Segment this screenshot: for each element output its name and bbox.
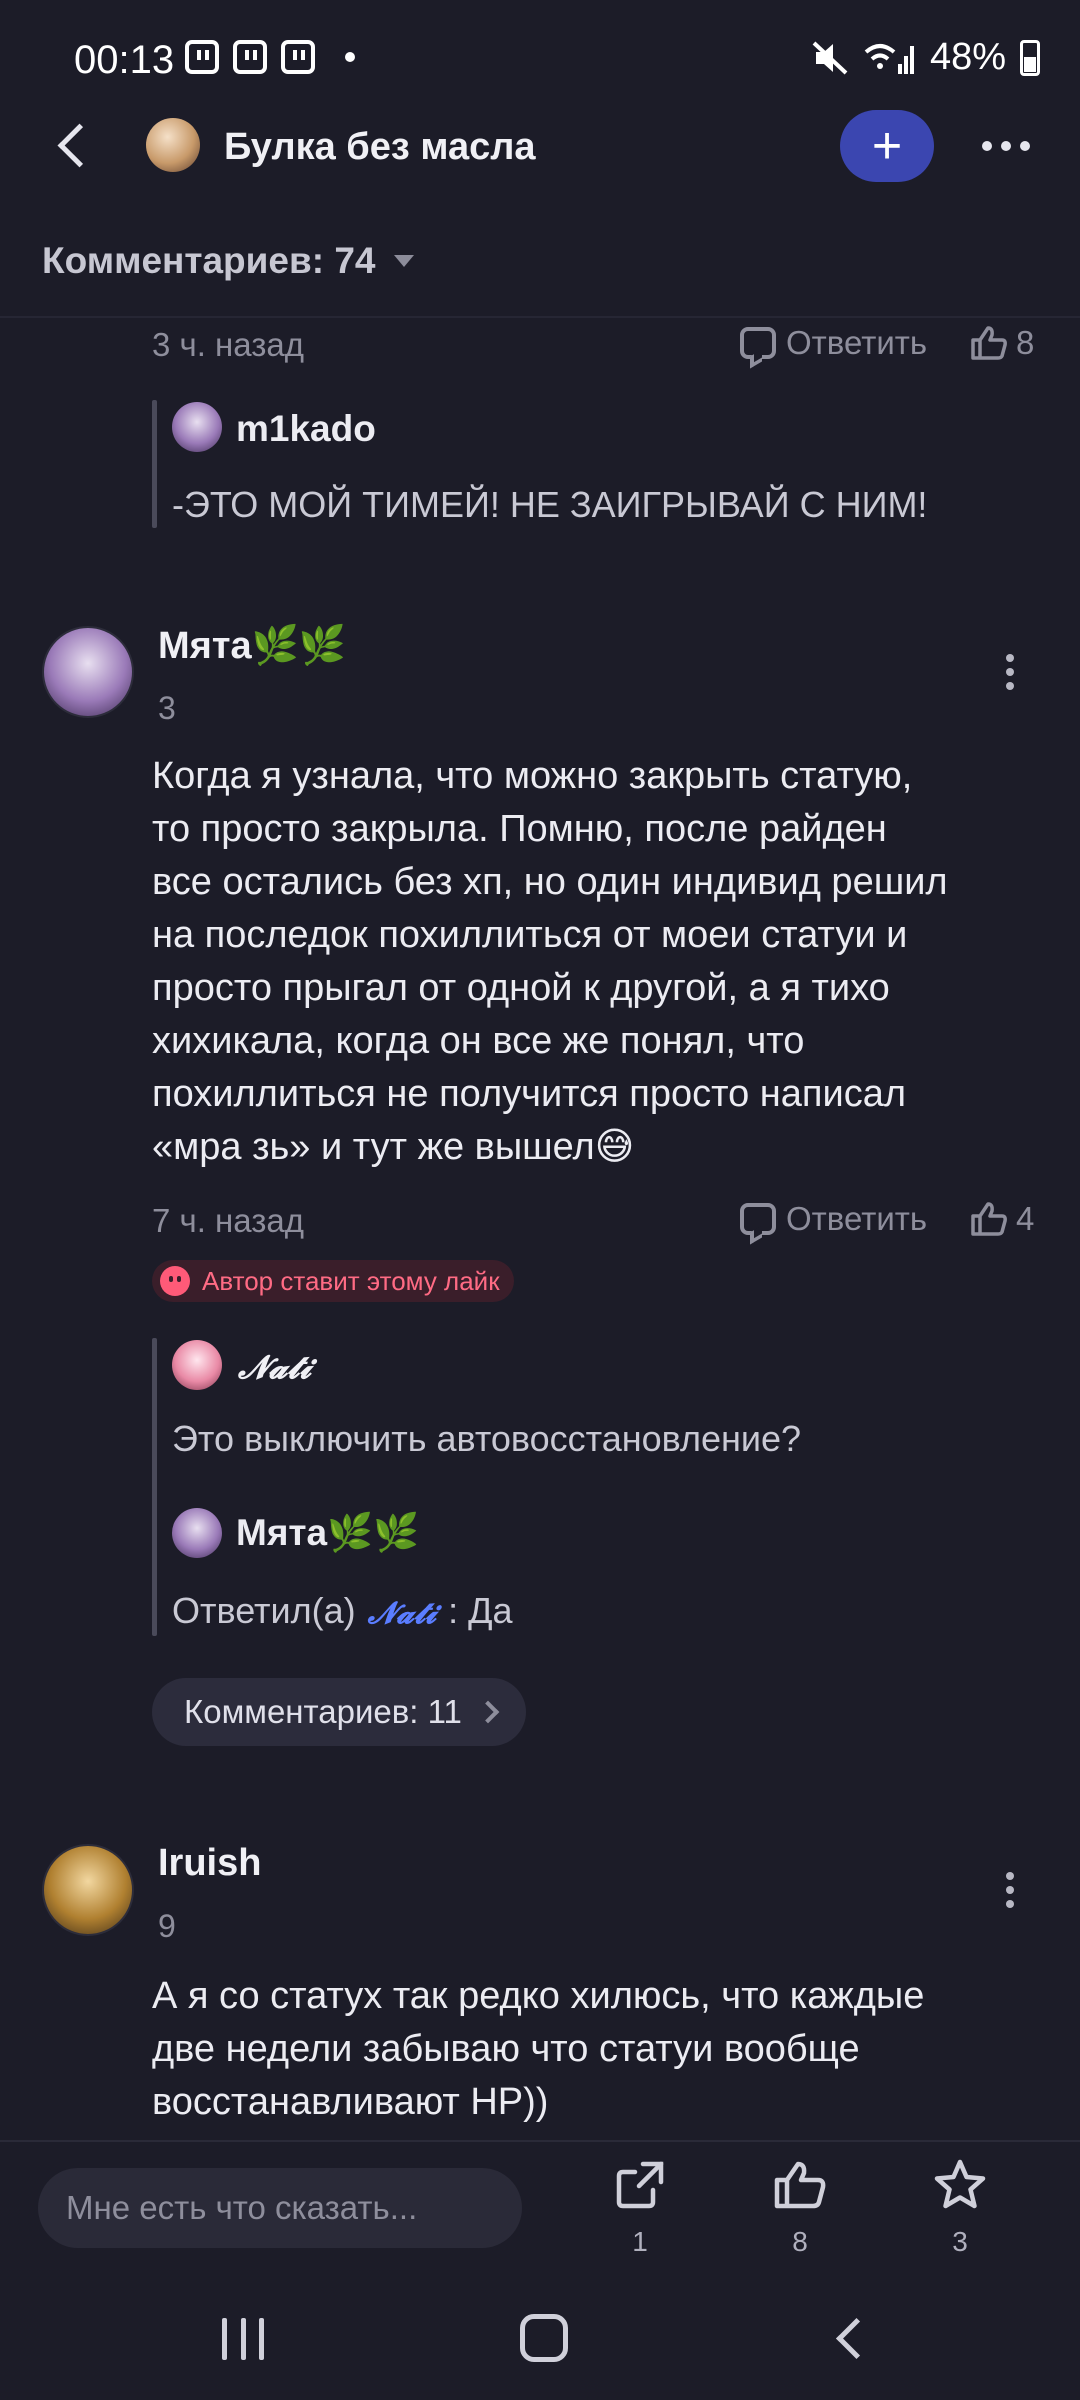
- share-icon: [616, 2161, 664, 2209]
- comment-text: Когда я узнала, что можно закрыть статую…: [152, 750, 1080, 1174]
- text-line: то просто закрыла. Помню, после райден: [152, 808, 887, 850]
- author-badge-label: Автор ставит этому лайк: [202, 1265, 500, 1296]
- thumbs-up-icon: [971, 326, 1007, 360]
- home-button[interactable]: [520, 2314, 568, 2362]
- add-button[interactable]: +: [840, 110, 934, 182]
- text-line: А я со статух так редко хилюсь, что кажд…: [152, 1975, 925, 2017]
- comment-bubble-icon: [740, 327, 776, 359]
- author-like-icon: [160, 1266, 190, 1296]
- battery-icon: [1020, 39, 1040, 76]
- user-level: 9: [158, 1908, 176, 1944]
- twitch-icon: [185, 40, 219, 74]
- reply-button[interactable]: Ответить: [740, 324, 927, 362]
- favorite-button[interactable]: 3: [910, 2158, 1010, 2258]
- user-avatar[interactable]: [172, 1508, 222, 1558]
- reply-label: Ответить: [786, 1200, 928, 1237]
- status-right: 48%: [810, 36, 1040, 79]
- star-count: 3: [952, 2226, 968, 2257]
- text-line: на последок похиллиться от моеи статуи и: [152, 914, 908, 956]
- chevron-right-icon: [476, 1700, 500, 1724]
- user-avatar[interactable]: [172, 1340, 222, 1390]
- comment-time: 7 ч. назад: [152, 1202, 304, 1239]
- reply-button[interactable]: Ответить: [740, 1200, 927, 1238]
- mention-link[interactable]: 𝓝𝓪𝓽𝓲: [368, 1589, 436, 1639]
- app-notification-icon: [281, 40, 315, 74]
- more-options-button[interactable]: [976, 120, 1036, 170]
- thumbs-up-icon: [774, 2161, 826, 2209]
- view-replies-button[interactable]: Комментариев: 11: [152, 1678, 526, 1746]
- text-line: Когда я узнала, что можно закрыть статую…: [152, 755, 913, 797]
- reply-label: Ответить: [786, 324, 928, 361]
- mute-icon: [812, 41, 848, 74]
- reply-text: Это выключить автовосстановление?: [172, 1418, 802, 1459]
- user-avatar[interactable]: [42, 626, 134, 718]
- star-icon: [934, 2159, 986, 2209]
- quote-bar: [152, 400, 157, 528]
- reply-username[interactable]: 𝓝𝓪𝓽𝓲: [238, 1348, 311, 1387]
- divider: [0, 316, 1080, 318]
- comment-bubble-icon: [740, 1203, 776, 1235]
- notification-icons: [185, 40, 355, 74]
- text-line: хихикала, когда он все же понял, что: [152, 1020, 805, 1062]
- share-button[interactable]: 1: [590, 2158, 690, 2258]
- comment-username[interactable]: Мята🌿🌿: [158, 624, 346, 668]
- battery-percentage: 48%: [929, 36, 1006, 78]
- user-avatar[interactable]: [172, 402, 222, 452]
- comment-text: А я со статух так редко хилюсь, что кажд…: [152, 1970, 1080, 2129]
- reply-content: : Да: [448, 1590, 513, 1631]
- back-button[interactable]: [48, 118, 98, 174]
- comment-menu-button[interactable]: [1000, 654, 1020, 698]
- comment-menu-button[interactable]: [1000, 1872, 1020, 1916]
- like-post-button[interactable]: 8: [750, 2158, 850, 2258]
- system-back-button[interactable]: [830, 2318, 870, 2358]
- replies-count-label: Комментариев: 11: [184, 1693, 462, 1730]
- quote-text: -ЭТО МОЙ ТИМЕЙ! НЕ ЗАИГРЫВАЙ С НИМ!: [172, 484, 928, 525]
- thumbs-up-icon: [971, 1202, 1007, 1236]
- wifi-signal-icon: [864, 43, 914, 74]
- like-button[interactable]: 8: [970, 324, 1034, 362]
- author-like-badge: Автор ставит этому лайк: [152, 1260, 514, 1302]
- like-count: 8: [1016, 324, 1035, 361]
- share-count: 1: [632, 2226, 648, 2257]
- comments-count-label: Комментариев: 74: [42, 240, 376, 281]
- like-button[interactable]: 4: [970, 1200, 1034, 1238]
- text-line: похиллиться не получится просто написал: [152, 1073, 907, 1115]
- comment-username[interactable]: Iruish: [158, 1842, 261, 1885]
- more-notifications-dot: [345, 52, 355, 62]
- caret-down-icon: [393, 255, 414, 267]
- comment-input[interactable]: Мне есть что сказать...: [38, 2168, 522, 2248]
- like-count: 8: [792, 2226, 808, 2257]
- page-title[interactable]: Булка без масла: [224, 126, 536, 169]
- reply-prefix: Ответил(а): [172, 1590, 356, 1631]
- user-avatar[interactable]: [42, 1844, 134, 1936]
- reply-text: Ответил(а) 𝓝𝓪𝓽𝓲 : Да: [172, 1586, 512, 1639]
- user-level: 3: [158, 690, 176, 726]
- replies-bar: [152, 1338, 157, 1636]
- text-line: две недели забываю что статуи вообще: [152, 2028, 860, 2070]
- author-avatar[interactable]: [146, 118, 200, 172]
- quote-username[interactable]: m1kado: [236, 408, 376, 450]
- comments-sort-dropdown[interactable]: Комментариев: 74: [42, 240, 414, 282]
- recent-apps-button[interactable]: [222, 2318, 264, 2360]
- more-horizontal-icon: [982, 141, 992, 151]
- text-line: все остались без хп, но один индивид реш…: [152, 861, 948, 903]
- status-time: 00:13: [74, 38, 175, 82]
- twitch-icon: [233, 40, 267, 74]
- text-line: восстанавливают HP)): [152, 2081, 549, 2123]
- reply-username[interactable]: Мята🌿🌿: [236, 1512, 419, 1555]
- text-line: просто прыгал от одной к другой, а я тих…: [152, 967, 890, 1009]
- text-line: «мра зь» и тут же вышел😅: [152, 1126, 635, 1168]
- comment-time: 3 ч. назад: [152, 326, 304, 363]
- like-count: 4: [1016, 1200, 1035, 1237]
